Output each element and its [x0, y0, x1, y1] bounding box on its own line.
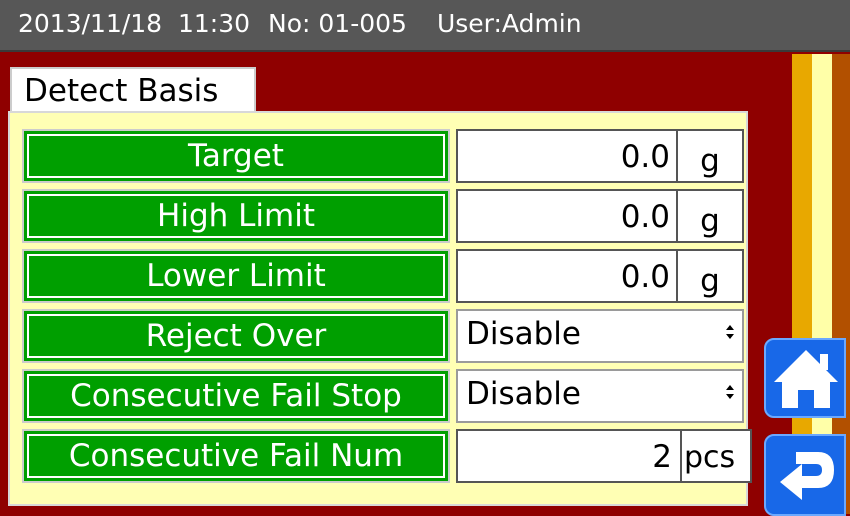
reject-over-label-box: Reject Over — [22, 309, 450, 363]
high-limit-label-box: High Limit — [22, 189, 450, 243]
consecutive-fail-stop-label: Consecutive Fail Stop — [27, 374, 445, 418]
return-icon — [780, 452, 834, 500]
select-arrows-icon — [726, 385, 734, 400]
consecutive-fail-stop-label-box: Consecutive Fail Stop — [22, 369, 450, 423]
status-bar: 2013/11/18 11:30 No: 01-005 User:Admin — [0, 0, 850, 52]
consecutive-fail-num-label: Consecutive Fail Num — [27, 434, 445, 478]
back-button[interactable] — [764, 434, 846, 516]
target-value-field[interactable]: 0.0 — [456, 129, 678, 183]
target-unit: g — [678, 129, 744, 183]
lower-limit-unit: g — [678, 249, 744, 303]
user-label: User:Admin — [436, 9, 582, 38]
datetime: 2013/11/18 11:30 — [18, 9, 251, 38]
settings-panel: Target 0.0 g High Limit 0.0 g Lower Limi… — [8, 111, 752, 506]
lower-limit-label-box: Lower Limit — [22, 249, 450, 303]
consecutive-fail-num-label-box: Consecutive Fail Num — [22, 429, 450, 483]
reject-over-label: Reject Over — [27, 314, 445, 358]
reject-over-select[interactable]: Disable — [456, 309, 744, 363]
high-limit-unit: g — [678, 189, 744, 243]
high-limit-value-field[interactable]: 0.0 — [456, 189, 678, 243]
home-button[interactable] — [764, 338, 846, 418]
target-label: Target — [27, 134, 445, 178]
select-arrows-icon — [726, 325, 734, 340]
consecutive-fail-stop-select[interactable]: Disable — [456, 369, 744, 423]
home-icon — [774, 350, 838, 408]
reject-over-selected-value: Disable — [466, 316, 581, 352]
lower-limit-value-field[interactable]: 0.0 — [456, 249, 678, 303]
lower-limit-label: Lower Limit — [27, 254, 445, 298]
consecutive-fail-num-unit: pcs — [682, 429, 752, 483]
tab-detect-basis[interactable]: Detect Basis — [10, 67, 256, 111]
high-limit-label: High Limit — [27, 194, 445, 238]
machine-number: No: 01-005 — [268, 9, 407, 38]
consecutive-fail-num-value-field[interactable]: 2 — [456, 429, 682, 483]
consecutive-fail-stop-selected-value: Disable — [466, 376, 581, 412]
target-label-box: Target — [22, 129, 450, 183]
